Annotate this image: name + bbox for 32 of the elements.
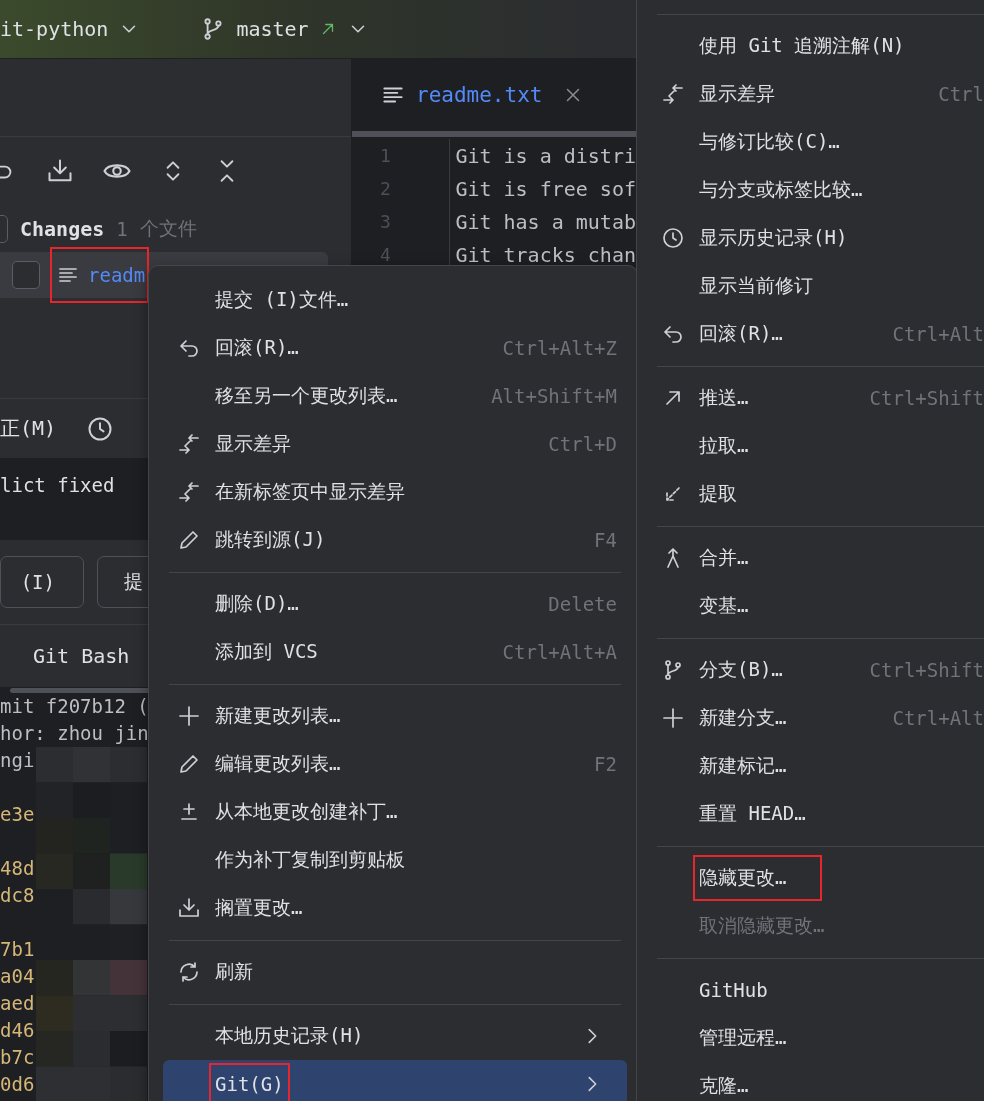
terminal-line: b7c (0, 1045, 35, 1070)
code-line: Git tracks chan (454, 242, 636, 267)
terminal-line: aed (0, 991, 35, 1016)
terminal-line: 0d6 (0, 1072, 35, 1097)
code-line: Git is a distri (454, 143, 636, 168)
terminal-line: a04 (0, 964, 35, 989)
code-line: Git is free sof (454, 176, 636, 201)
group-label: Changes (20, 216, 105, 241)
terminal-line: hor: zhou jin (0, 721, 149, 746)
shortcut-text: F4 (594, 529, 617, 551)
terminal-line: d46 (0, 1018, 35, 1043)
file-count-unit: 个文件 (139, 215, 197, 241)
terminal-line: ngi (0, 748, 35, 773)
shortcut-text: Alt+Shift+M (491, 385, 617, 407)
shortcut-text: Ctrl+D (548, 433, 617, 455)
shortcut-text: Ctrl+Shift (869, 659, 984, 681)
terminal-line: dc8 (0, 883, 35, 908)
shortcut-text: Ctrl+Shift (869, 387, 984, 409)
shortcut-text: Ctrl+Alt+A (502, 641, 617, 663)
shortcut-text: F2 (594, 753, 617, 775)
shortcut-text: Ctrl (938, 83, 984, 105)
shortcut-text: Ctrl+Alt (892, 323, 984, 345)
shortcut-text: Delete (548, 593, 617, 615)
shortcut-text: Ctrl+Alt+Z (502, 337, 617, 359)
terminal-line: 7b1 (0, 937, 35, 962)
terminal-line: mit f207b12 ( (0, 694, 149, 719)
code-line: Git has a mutab (454, 209, 636, 234)
shortcut-text: Ctrl+Alt (892, 707, 984, 729)
terminal-line: e3e (0, 802, 35, 827)
terminal-line: 48d (0, 856, 35, 881)
file-name: readm (88, 264, 146, 286)
file-count: 1 (116, 217, 128, 240)
